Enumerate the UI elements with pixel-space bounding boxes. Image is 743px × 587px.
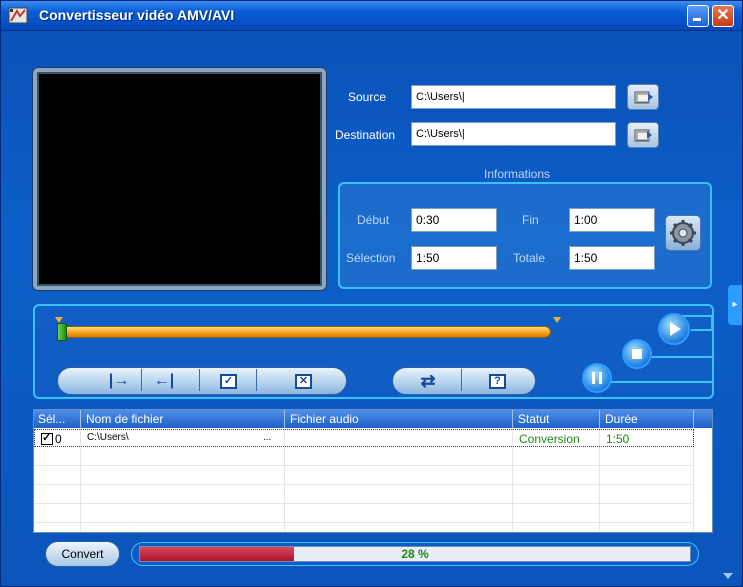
destination-label: Destination bbox=[335, 128, 396, 142]
delete-selection-button[interactable]: ✕ bbox=[295, 374, 312, 389]
column-header-status[interactable]: Statut bbox=[518, 412, 549, 426]
row-sel-value: 0 bbox=[55, 432, 62, 446]
window-title: Convertisseur vidéo AMV/AVI bbox=[39, 7, 235, 23]
connector bbox=[606, 381, 713, 383]
column-header-audio[interactable]: Fichier audio bbox=[290, 412, 359, 426]
gear-icon bbox=[670, 220, 696, 246]
divider bbox=[256, 369, 257, 391]
play-icon bbox=[670, 322, 681, 336]
progress-text: 28 % bbox=[401, 547, 429, 561]
help-button[interactable]: ? bbox=[489, 374, 506, 389]
destination-browse-button[interactable] bbox=[627, 122, 659, 148]
debut-label: Début bbox=[357, 213, 390, 227]
connector bbox=[711, 315, 713, 329]
file-list[interactable]: Sél... Nom de fichier Fichier audio Stat… bbox=[33, 409, 713, 533]
play-button[interactable] bbox=[658, 313, 690, 345]
set-end-button[interactable]: ←| bbox=[149, 371, 179, 391]
timeline-track[interactable] bbox=[58, 326, 551, 338]
timeline-thumb[interactable] bbox=[57, 323, 67, 341]
selection-field[interactable]: 1:50 bbox=[411, 246, 497, 270]
divider bbox=[141, 369, 142, 391]
list-item bbox=[34, 448, 694, 466]
totale-label: Totale bbox=[513, 251, 546, 265]
list-item bbox=[34, 486, 694, 504]
table-row[interactable]: 0 C:\Users\ ... Conversion 1:50 bbox=[34, 429, 694, 447]
destination-input[interactable]: C:\Users\| bbox=[411, 122, 616, 146]
row-checkbox[interactable] bbox=[41, 431, 53, 445]
connector bbox=[651, 356, 713, 358]
fin-label: Fin bbox=[522, 213, 539, 227]
info-panel bbox=[338, 182, 712, 289]
app-window: Convertisseur vidéo AMV/AVI ✕ Source C:\… bbox=[0, 0, 743, 587]
column-divider[interactable] bbox=[284, 410, 285, 428]
close-icon: ✕ bbox=[716, 7, 730, 24]
x-icon: ✕ bbox=[298, 375, 309, 387]
selection-label: Sélection bbox=[346, 251, 396, 265]
column-divider[interactable] bbox=[599, 410, 600, 428]
stop-button[interactable] bbox=[622, 339, 652, 369]
list-item bbox=[34, 467, 694, 485]
progress-bar: 28 % bbox=[139, 546, 691, 562]
check-icon: ✓ bbox=[223, 375, 234, 387]
cut-button[interactable]: ⇄ bbox=[413, 371, 443, 391]
app-icon bbox=[8, 7, 28, 24]
column-header-name[interactable]: Nom de fichier bbox=[86, 412, 163, 426]
column-header-sel[interactable]: Sél... bbox=[38, 412, 65, 426]
folder-open-icon bbox=[634, 91, 653, 104]
video-preview bbox=[33, 68, 326, 290]
info-title: Informations bbox=[484, 167, 551, 181]
title-bar[interactable]: Convertisseur vidéo AMV/AVI ✕ bbox=[1, 1, 742, 31]
side-expand-tab[interactable]: ▸ bbox=[728, 285, 742, 325]
column-divider[interactable] bbox=[693, 410, 694, 428]
divider bbox=[199, 369, 200, 391]
fin-field[interactable]: 1:00 bbox=[569, 208, 655, 232]
check-selection-button[interactable]: ✓ bbox=[220, 374, 237, 389]
end-marker[interactable] bbox=[553, 317, 561, 323]
folder-save-icon bbox=[634, 129, 652, 142]
cut-arrows-icon: ⇄ bbox=[420, 371, 436, 391]
row-status: Conversion bbox=[519, 432, 580, 446]
set-start-button[interactable]: |→ bbox=[104, 371, 134, 391]
pause-icon bbox=[592, 372, 602, 384]
stop-icon bbox=[632, 349, 642, 359]
column-header-duration[interactable]: Durée bbox=[605, 412, 638, 426]
source-label: Source bbox=[348, 90, 387, 104]
debut-field[interactable]: 0:30 bbox=[411, 208, 497, 232]
close-button[interactable]: ✕ bbox=[712, 5, 734, 27]
source-browse-button[interactable] bbox=[627, 84, 659, 110]
settings-button[interactable] bbox=[665, 215, 701, 251]
column-divider[interactable] bbox=[512, 410, 513, 428]
column-divider[interactable] bbox=[80, 410, 81, 428]
row-browse-more[interactable]: ... bbox=[263, 432, 271, 443]
convert-button[interactable]: Convert bbox=[45, 541, 120, 567]
row-duration: 1:50 bbox=[606, 432, 630, 446]
divider bbox=[461, 369, 462, 391]
list-item bbox=[34, 505, 694, 523]
chevron-right-icon: ▸ bbox=[732, 299, 738, 310]
source-input[interactable]: C:\Users\| bbox=[411, 85, 616, 109]
totale-field: 1:50 bbox=[569, 246, 655, 270]
minimize-button[interactable] bbox=[687, 5, 709, 27]
resize-grip[interactable] bbox=[723, 573, 733, 579]
list-header: Sél... Nom de fichier Fichier audio Stat… bbox=[34, 410, 712, 428]
pause-button[interactable] bbox=[582, 363, 612, 393]
connector bbox=[691, 329, 713, 331]
row-filename: C:\Users\ bbox=[87, 432, 129, 443]
